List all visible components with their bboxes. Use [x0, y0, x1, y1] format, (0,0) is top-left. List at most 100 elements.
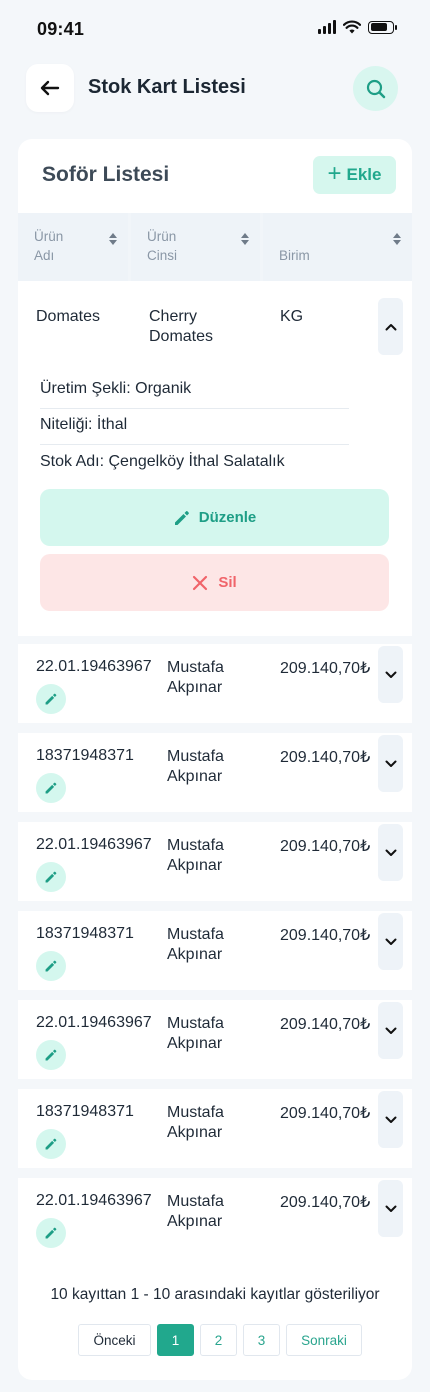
row-edit-button[interactable] [36, 1129, 66, 1159]
row-edit-button[interactable] [36, 862, 66, 892]
table-header: Ürün Adı Ürün Cinsi Birim [18, 213, 412, 281]
row-id: 18371948371 [36, 925, 134, 942]
row-name: Mustafa Akpınar [167, 926, 224, 963]
page-button-1[interactable]: 1 [157, 1324, 194, 1356]
table-row[interactable]: 22.01.19463967 Mustafa Akpınar 209.140,70… [18, 644, 412, 723]
row-id: 22.01.19463967 [36, 658, 152, 675]
row-amount: 209.140,70₺ [280, 660, 371, 677]
product-type-line2: Domates [149, 328, 214, 345]
card-header: Soför Listesi + Ekle [18, 139, 412, 213]
row-id: 22.01.19463967 [36, 1192, 152, 1209]
status-bar: 09:41 [0, 0, 430, 58]
sort-icon [392, 233, 402, 247]
app-header: Stok Kart Listesi [0, 62, 430, 114]
product-name: Domates [36, 308, 101, 325]
sort-icon [108, 233, 118, 247]
status-icons [318, 20, 397, 34]
edit-button[interactable]: Düzenle [40, 489, 389, 546]
plus-icon: + [327, 160, 342, 187]
chevron-down-icon [385, 1027, 396, 1034]
chevron-down-icon [385, 1116, 396, 1123]
row-amount: 209.140,70₺ [280, 749, 371, 766]
previous-page-button[interactable]: Önceki [78, 1324, 151, 1356]
column-header-label: Cinsi [147, 248, 178, 263]
table-row[interactable]: 18371948371 Mustafa Akpınar 209.140,70₺ [18, 1089, 412, 1168]
expand-button[interactable] [378, 1002, 403, 1059]
table-row[interactable]: 18371948371 Mustafa Akpınar 209.140,70₺ [18, 733, 412, 812]
row-id: 18371948371 [36, 747, 134, 764]
chevron-down-icon [385, 671, 396, 678]
divider [40, 444, 349, 445]
wifi-icon [343, 20, 361, 34]
chevron-down-icon [385, 849, 396, 856]
pencil-icon [45, 1227, 57, 1239]
expand-button[interactable] [378, 735, 403, 792]
row-edit-button[interactable] [36, 684, 66, 714]
row-id: 22.01.19463967 [36, 836, 152, 853]
search-icon [366, 79, 385, 98]
pagination-info: 10 kayıttan 1 - 10 arasındaki kayıtlar g… [50, 1286, 380, 1303]
row-edit-button[interactable] [36, 773, 66, 803]
chevron-down-icon [385, 760, 396, 767]
row-amount: 209.140,70₺ [280, 1105, 371, 1122]
column-header-product-name[interactable]: Ürün Adı [18, 213, 128, 281]
expanded-row: Domates Cherry Domates KG Üretim Şekli: … [18, 281, 412, 636]
delete-button[interactable]: Sil [40, 554, 389, 611]
search-button[interactable] [353, 66, 398, 111]
expand-button[interactable] [378, 1091, 403, 1148]
driver-list-card: Soför Listesi + Ekle Ürün Adı Ürün Cinsi… [18, 139, 412, 636]
pencil-icon [45, 782, 57, 794]
detail-quality: Niteliği: İthal [40, 416, 128, 433]
row-name: Mustafa Akpınar [167, 659, 224, 696]
page-title: Stok Kart Listesi [88, 76, 246, 98]
pencil-icon [45, 1138, 57, 1150]
table-row[interactable]: 22.01.19463967 Mustafa Akpınar 209.140,70… [18, 1178, 412, 1257]
pencil-icon [45, 693, 57, 705]
column-header-unit[interactable]: Birim [263, 213, 412, 281]
table-footer: 10 kayıttan 1 - 10 arasındaki kayıtlar g… [18, 1256, 412, 1380]
pencil-icon [45, 871, 57, 883]
table-row[interactable]: 22.01.19463967 Mustafa Akpınar 209.140,70… [18, 822, 412, 901]
expand-button[interactable] [378, 824, 403, 881]
row-edit-button[interactable] [36, 951, 66, 981]
next-page-button[interactable]: Sonraki [286, 1324, 362, 1356]
row-amount: 209.140,70₺ [280, 838, 371, 855]
detail-stock-name: Stok Adı: Çengelköy İthal Salatalık [40, 453, 285, 470]
back-button[interactable] [26, 64, 74, 112]
delete-button-label: Sil [218, 574, 237, 591]
row-name: Mustafa Akpınar [167, 1015, 224, 1052]
table-row[interactable]: 18371948371 Mustafa Akpınar 209.140,70₺ [18, 911, 412, 990]
page-button-2[interactable]: 2 [200, 1324, 237, 1356]
row-name: Mustafa Akpınar [167, 1193, 224, 1230]
row-amount: 209.140,70₺ [280, 1194, 371, 1211]
expand-button[interactable] [378, 1180, 403, 1237]
collapse-button[interactable] [378, 298, 403, 355]
pencil-icon [174, 510, 189, 525]
column-header-product-type[interactable]: Ürün Cinsi [131, 213, 260, 281]
status-time: 09:41 [37, 19, 85, 39]
row-edit-button[interactable] [36, 1218, 66, 1248]
row-name: Mustafa Akpınar [167, 748, 224, 785]
row-amount: 209.140,70₺ [280, 1016, 371, 1033]
chevron-down-icon [385, 938, 396, 945]
expand-button[interactable] [378, 646, 403, 703]
row-name: Mustafa Akpınar [167, 1104, 224, 1141]
pencil-icon [45, 1049, 57, 1061]
row-id: 22.01.19463967 [36, 1014, 152, 1031]
column-header-label: Ürün [34, 229, 64, 244]
product-unit: KG [280, 308, 304, 325]
expand-button[interactable] [378, 913, 403, 970]
chevron-up-icon [385, 323, 396, 330]
chevron-down-icon [385, 1205, 396, 1212]
page-button-3[interactable]: 3 [243, 1324, 280, 1356]
add-button[interactable]: + Ekle [313, 156, 396, 194]
battery-icon [368, 20, 397, 34]
row-id: 18371948371 [36, 1103, 134, 1120]
row-amount: 209.140,70₺ [280, 927, 371, 944]
close-icon [193, 575, 208, 590]
table-row[interactable]: 22.01.19463967 Mustafa Akpınar 209.140,70… [18, 1000, 412, 1079]
row-edit-button[interactable] [36, 1040, 66, 1070]
column-header-label: Ürün [147, 229, 177, 244]
card-title: Soför Listesi [42, 163, 170, 186]
add-button-label: Ekle [346, 165, 382, 184]
